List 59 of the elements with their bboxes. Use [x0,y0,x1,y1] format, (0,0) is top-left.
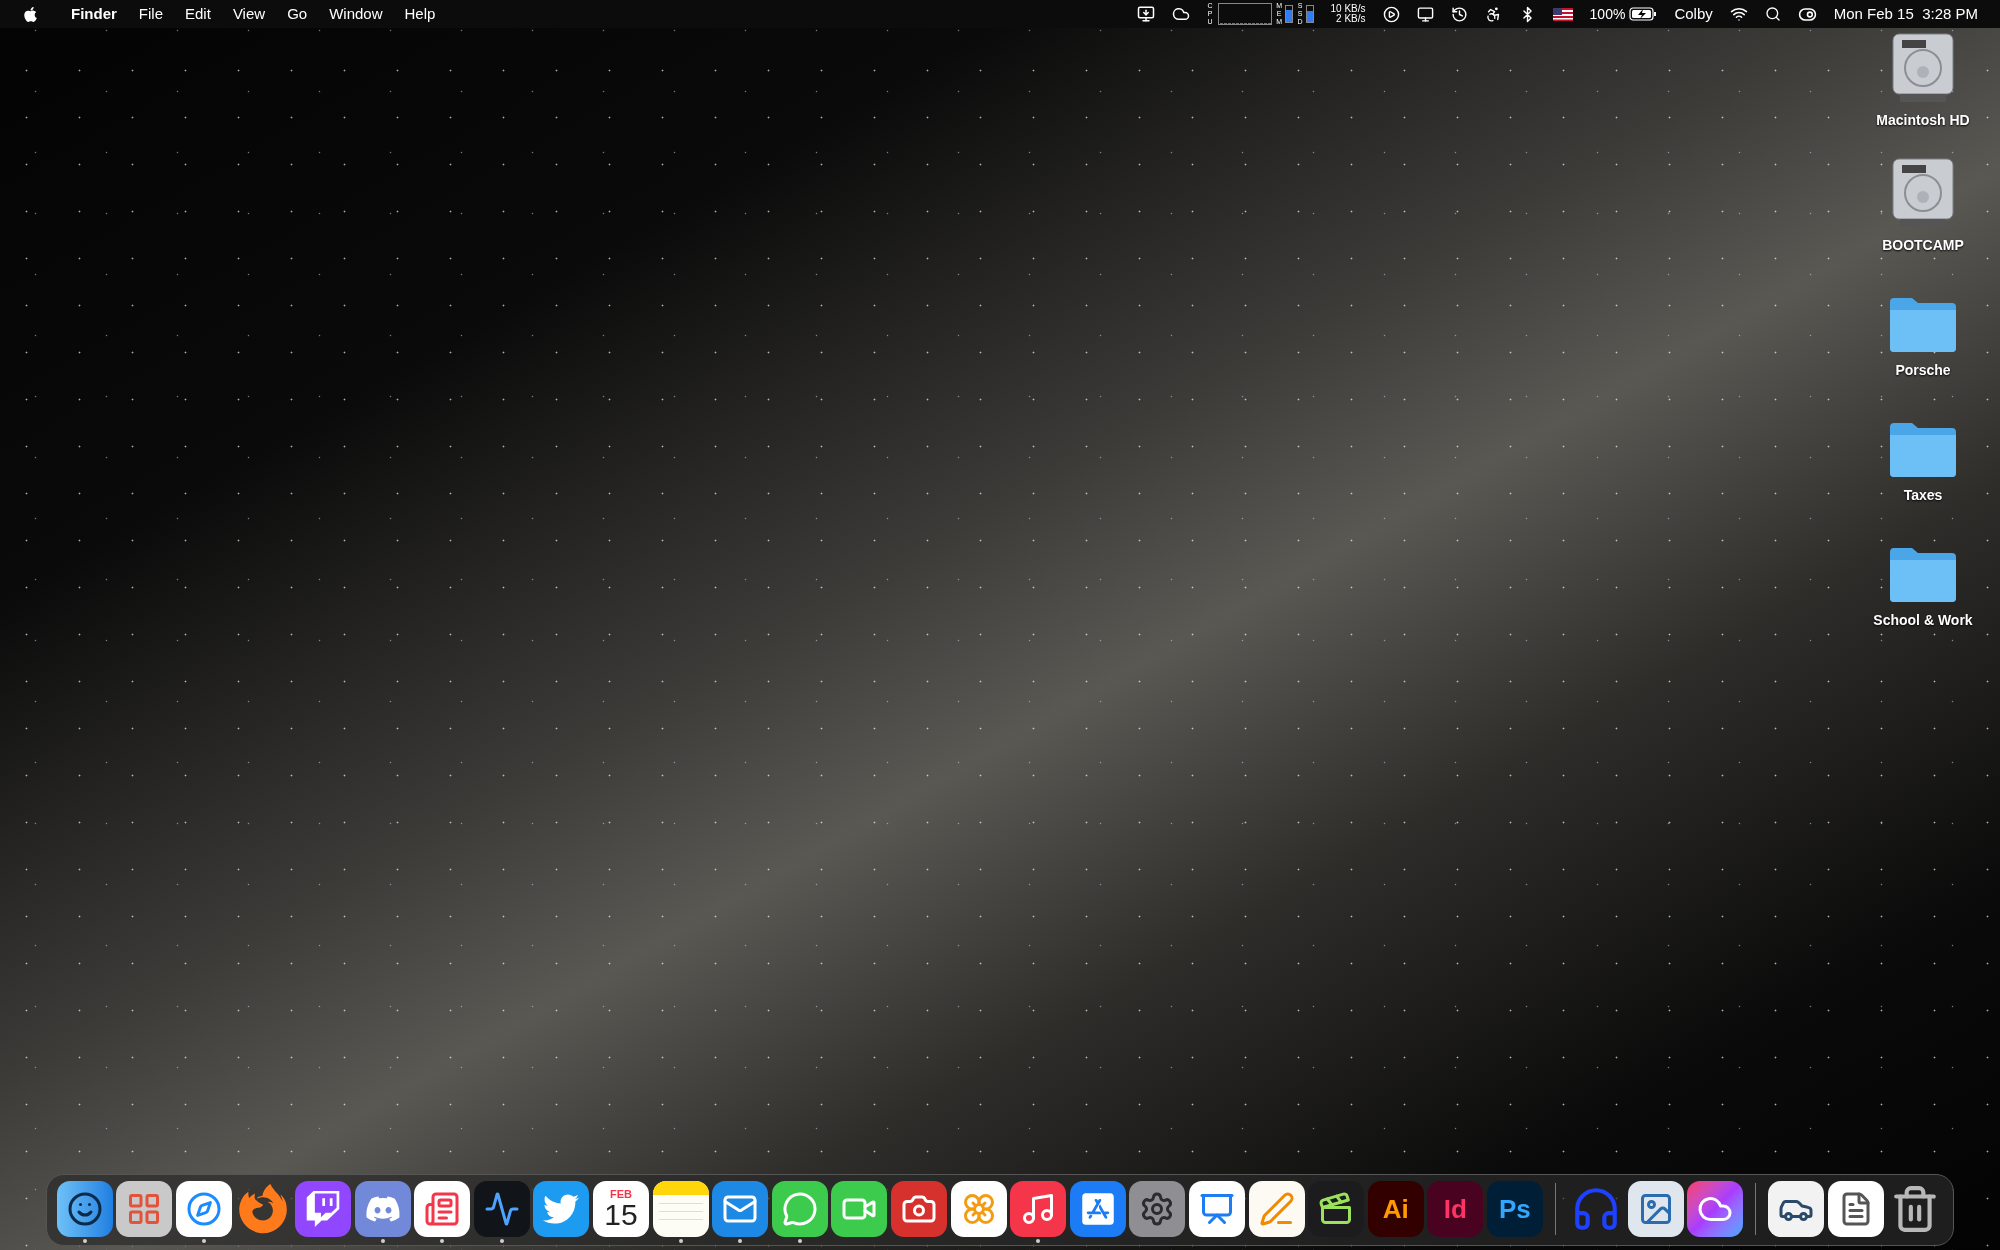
calendar-app-icon[interactable]: FEB 15 [593,1181,650,1237]
lettered-app-icon[interactable]: Ai [1367,1181,1424,1237]
flower-app-icon[interactable] [950,1181,1007,1237]
desktop-icon-label[interactable]: School & Work [1873,610,1973,631]
podium-app-icon[interactable] [1188,1181,1245,1237]
camera-app-icon[interactable] [891,1181,947,1237]
clapperboard-app-icon[interactable] [1308,1181,1365,1237]
search-icon[interactable] [1764,6,1781,22]
envelope-app-icon[interactable] [712,1181,769,1237]
display-icon[interactable] [1136,5,1155,23]
chart-app-icon[interactable] [473,1181,530,1237]
cpu-graph [1217,3,1272,25]
apple-icon[interactable] [22,5,39,23]
monitor-icon[interactable] [1416,5,1434,23]
letter-a-app-icon[interactable] [1069,1181,1126,1237]
smiling-face-app-icon[interactable] [56,1181,113,1237]
photo-thumbnail[interactable] [1768,1181,1825,1237]
play-icon[interactable] [1382,5,1400,23]
figure-icon[interactable] [1484,5,1502,23]
hard-drive-icon[interactable] [1890,157,1956,229]
menu-bar-clock[interactable]: Mon Feb 15 3:28 PM [1833,2,1978,26]
notepad-app-icon[interactable] [652,1181,709,1237]
compass-app-icon[interactable] [175,1181,232,1237]
download-speed: 2 KB/s [1336,14,1366,24]
charging-battery-icon[interactable] [1629,7,1658,21]
battery-percentage: 100% [1589,4,1626,24]
desktop-icon-label[interactable]: Porsche [1895,360,1951,381]
bird-app-icon[interactable] [533,1181,590,1237]
menu-item[interactable]: File [138,2,163,26]
controller-face-app-icon[interactable] [354,1181,411,1237]
menu-item[interactable]: View [232,2,266,26]
desktop-icon-label[interactable]: BOOTCAMP [1882,235,1964,256]
menu-item[interactable]: Help [404,2,436,26]
chat-bubble-app-icon[interactable] [771,1181,828,1237]
menu-item[interactable]: Go [287,2,308,26]
app-menu[interactable]: Finder [71,2,117,26]
menu-item[interactable]: Edit [185,2,211,26]
music-note-app-icon[interactable] [1010,1181,1067,1237]
wifi-icon[interactable] [1729,5,1748,23]
user-name[interactable]: Colby [1674,2,1713,26]
desktop-icon-label[interactable]: Taxes [1903,485,1943,506]
cloud-icon[interactable] [1171,5,1190,23]
upload-speed: 10 KB/s [1330,4,1366,14]
grid-app-icon[interactable] [116,1181,173,1237]
lettered-app-icon[interactable]: Id [1427,1181,1484,1237]
pen-app-icon[interactable] [1248,1181,1305,1237]
document-thumbnail[interactable] [1827,1181,1884,1237]
cloud-app-icon[interactable] [1687,1181,1744,1237]
hard-drive-icon[interactable] [1890,32,1956,104]
flag-icon[interactable] [1552,7,1573,21]
picture-app-icon[interactable] [1627,1181,1684,1237]
desktop-icon-label[interactable]: Macintosh HD [1876,110,1970,131]
speech-bubble-app-icon[interactable] [295,1181,352,1237]
clock-history-icon[interactable] [1450,5,1468,23]
lettered-app-icon[interactable]: Ps [1486,1181,1543,1237]
newspaper-app-icon[interactable] [414,1181,471,1237]
menu-item[interactable]: Window [329,2,383,26]
gear-app-icon[interactable] [1129,1181,1186,1237]
video-camera-app-icon[interactable] [831,1181,888,1237]
